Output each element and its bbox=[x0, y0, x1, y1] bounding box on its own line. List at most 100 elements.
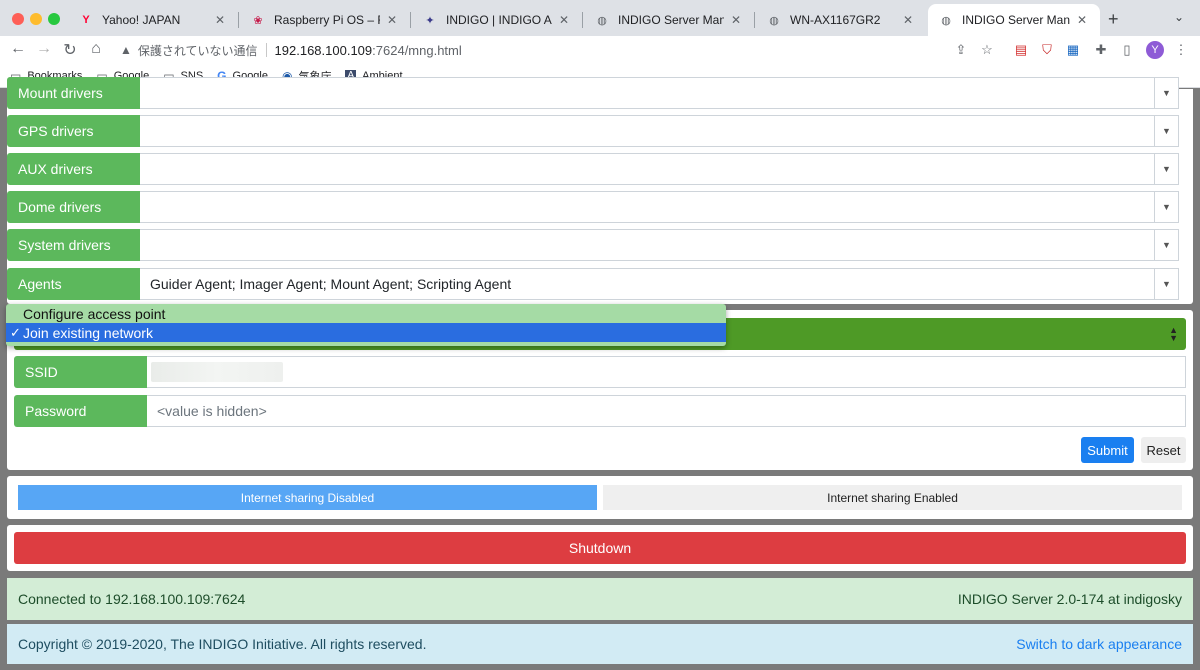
new-tab-icon[interactable]: + bbox=[1108, 9, 1119, 30]
minimize-window-button[interactable] bbox=[30, 13, 42, 25]
connection-status-bar: Connected to 192.168.100.109:7624 INDIGO… bbox=[7, 578, 1193, 620]
tab-title: INDIGO Server Manager bbox=[962, 13, 1070, 27]
submit-button[interactable]: Submit bbox=[1081, 437, 1134, 463]
password-field[interactable]: <value is hidden> bbox=[147, 395, 1186, 427]
url-path[interactable]: :7624/mng.html bbox=[372, 43, 462, 58]
driver-row-mount: Mount drivers ▼ bbox=[7, 77, 1179, 109]
ssid-field[interactable] bbox=[147, 356, 1186, 388]
indigo-icon: ✦ bbox=[425, 14, 435, 27]
close-tab-icon[interactable]: ✕ bbox=[384, 13, 400, 27]
driver-label: Mount drivers bbox=[7, 77, 140, 109]
caret-down-icon[interactable]: ▼ bbox=[1154, 116, 1178, 146]
internet-sharing-enabled-button[interactable]: Internet sharing Enabled bbox=[603, 485, 1182, 510]
extension-translate-icon[interactable]: ▦ bbox=[1064, 42, 1082, 58]
security-status[interactable]: 保護されていない通信 bbox=[138, 42, 258, 59]
dark-appearance-link[interactable]: Switch to dark appearance bbox=[1016, 636, 1182, 652]
tab-bar: Y Yahoo! JAPAN ✕ ❀ Raspberry Pi OS – Ras… bbox=[0, 0, 1200, 36]
ssid-label: SSID bbox=[14, 356, 147, 388]
yahoo-icon: Y bbox=[82, 14, 90, 26]
tab-router[interactable]: ◍ WN-AX1167GR2 ✕ bbox=[756, 4, 926, 36]
tab-divider bbox=[754, 12, 755, 28]
tab-server-manager-active[interactable]: ◍ INDIGO Server Manager ✕ bbox=[928, 4, 1100, 36]
driver-select[interactable]: Guider Agent; Imager Agent; Mount Agent;… bbox=[140, 268, 1179, 300]
browser-toolbar: ← → ↻ ⌂ ▲ 保護されていない通信 192.168.100.109:762… bbox=[0, 36, 1200, 64]
tab-title: INDIGO Server Manager bbox=[618, 13, 724, 27]
driver-select[interactable]: ▼ bbox=[140, 77, 1179, 109]
tab-indigo[interactable]: ✦ INDIGO | INDIGO Astrono ✕ bbox=[412, 4, 582, 36]
footer: Copyright © 2019-2020, The INDIGO Initia… bbox=[7, 624, 1193, 664]
tab-title: Yahoo! JAPAN bbox=[102, 13, 181, 27]
redacted-ssid bbox=[151, 362, 283, 382]
driver-row-gps: GPS drivers ▼ bbox=[7, 115, 1179, 147]
tab-title: WN-AX1167GR2 bbox=[790, 13, 881, 27]
divider bbox=[265, 43, 267, 57]
tab-title: Raspberry Pi OS – Raspb bbox=[274, 13, 380, 27]
tab-yahoo[interactable]: Y Yahoo! JAPAN ✕ bbox=[68, 4, 238, 36]
home-icon[interactable]: ⌂ bbox=[86, 40, 106, 58]
tab-divider bbox=[582, 12, 583, 28]
option-label: Configure access point bbox=[23, 305, 166, 322]
tab-search-icon[interactable]: ⌄ bbox=[1174, 10, 1184, 24]
driver-label: System drivers bbox=[7, 229, 140, 261]
extension-inbox-icon[interactable]: ▤ bbox=[1012, 42, 1030, 58]
url-host[interactable]: 192.168.100.109 bbox=[275, 43, 373, 58]
globe-icon: ◍ bbox=[769, 14, 779, 27]
extension-shield-icon[interactable]: ⛉ bbox=[1038, 42, 1056, 58]
browser-menu-icon[interactable]: ⋮ bbox=[1172, 42, 1190, 58]
driver-label: Agents bbox=[7, 268, 140, 300]
driver-select[interactable]: ▼ bbox=[140, 115, 1179, 147]
tab-divider bbox=[238, 12, 239, 28]
tab-server-manager[interactable]: ◍ INDIGO Server Manager ✕ bbox=[584, 4, 754, 36]
warning-icon[interactable]: ▲ bbox=[120, 43, 132, 57]
option-join-existing-network[interactable]: ✓ Join existing network bbox=[6, 323, 726, 342]
caret-down-icon[interactable]: ▼ bbox=[1154, 78, 1178, 108]
close-tab-icon[interactable]: ✕ bbox=[1074, 13, 1090, 27]
select-arrows-icon: ▲ ▼ bbox=[1169, 325, 1178, 343]
close-window-button[interactable] bbox=[12, 13, 24, 25]
reset-button[interactable]: Reset bbox=[1141, 437, 1186, 463]
driver-row-agents: Agents Guider Agent; Imager Agent; Mount… bbox=[7, 268, 1179, 300]
password-row: Password <value is hidden> bbox=[14, 395, 1186, 427]
driver-select[interactable]: ▼ bbox=[140, 229, 1179, 261]
globe-icon: ◍ bbox=[941, 14, 951, 27]
shutdown-button[interactable]: Shutdown bbox=[14, 532, 1186, 564]
connection-status: Connected to 192.168.100.109:7624 bbox=[18, 591, 246, 607]
checkmark-icon: ✓ bbox=[10, 324, 21, 340]
option-label: Join existing network bbox=[23, 324, 153, 341]
driver-select[interactable]: ▼ bbox=[140, 153, 1179, 185]
profile-avatar[interactable]: Y bbox=[1146, 41, 1164, 59]
caret-down-icon[interactable]: ▼ bbox=[1154, 154, 1178, 184]
reload-icon[interactable]: ↻ bbox=[60, 40, 80, 60]
close-tab-icon[interactable]: ✕ bbox=[900, 13, 916, 27]
network-mode-dropdown: Configure access point ✓ Join existing ne… bbox=[6, 304, 726, 346]
driver-select[interactable]: ▼ bbox=[140, 191, 1179, 223]
close-tab-icon[interactable]: ✕ bbox=[556, 13, 572, 27]
forward-icon[interactable]: → bbox=[34, 40, 54, 58]
driver-label: GPS drivers bbox=[7, 115, 140, 147]
driver-row-dome: Dome drivers ▼ bbox=[7, 191, 1179, 223]
close-tab-icon[interactable]: ✕ bbox=[728, 13, 744, 27]
internet-sharing-disabled-button[interactable]: Internet sharing Disabled bbox=[18, 485, 597, 510]
address-bar[interactable]: ▲ 保護されていない通信 192.168.100.109:7624/mng.ht… bbox=[120, 38, 1000, 62]
tab-divider bbox=[410, 12, 411, 28]
caret-down-icon[interactable]: ▼ bbox=[1154, 192, 1178, 222]
option-configure-access-point[interactable]: Configure access point bbox=[6, 304, 726, 323]
driver-label: AUX drivers bbox=[7, 153, 140, 185]
driver-row-aux: AUX drivers ▼ bbox=[7, 153, 1179, 185]
zoom-window-button[interactable] bbox=[48, 13, 60, 25]
copyright: Copyright © 2019-2020, The INDIGO Initia… bbox=[18, 636, 427, 652]
caret-down-icon[interactable]: ▼ bbox=[1154, 269, 1178, 299]
globe-icon: ◍ bbox=[597, 14, 607, 27]
ssid-row: SSID bbox=[14, 356, 1186, 388]
close-tab-icon[interactable]: ✕ bbox=[212, 13, 228, 27]
share-icon[interactable]: ⇪ bbox=[952, 42, 970, 58]
caret-down-icon[interactable]: ▼ bbox=[1154, 230, 1178, 260]
tab-raspberry[interactable]: ❀ Raspberry Pi OS – Raspb ✕ bbox=[240, 4, 410, 36]
bookmark-star-icon[interactable]: ☆ bbox=[978, 42, 996, 58]
side-panel-icon[interactable]: ▯ bbox=[1118, 42, 1136, 58]
extensions-puzzle-icon[interactable]: ✚ bbox=[1092, 42, 1110, 58]
back-icon[interactable]: ← bbox=[8, 40, 28, 58]
server-version: INDIGO Server 2.0-174 at indigosky bbox=[957, 591, 1182, 607]
tab-title: INDIGO | INDIGO Astrono bbox=[446, 13, 552, 27]
raspberry-icon: ❀ bbox=[253, 14, 263, 27]
